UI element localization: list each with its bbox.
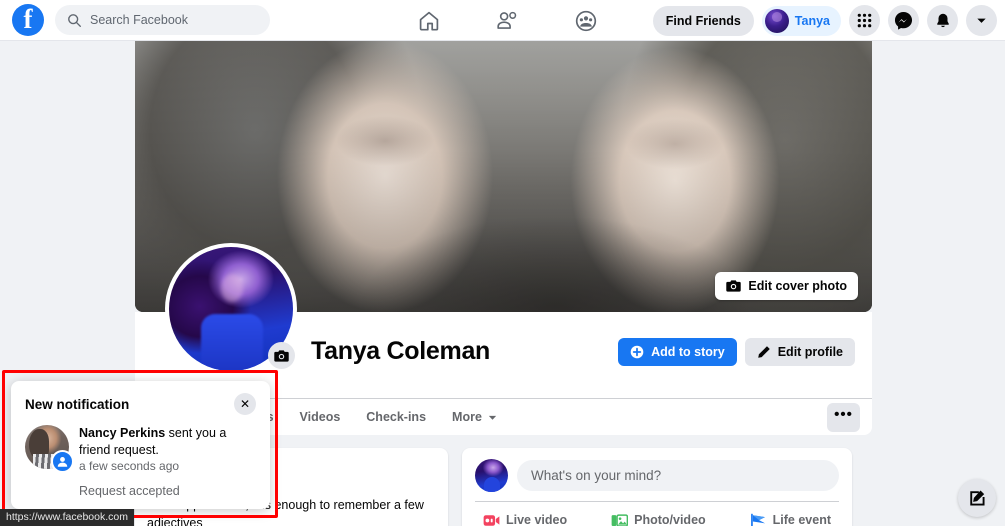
composer-top-row (475, 459, 839, 492)
avatar (764, 8, 789, 33)
new-notification-popup: New notification ✕ Nancy Perkins sent yo… (11, 381, 270, 509)
facebook-logo-icon[interactable] (12, 4, 44, 36)
compose-icon (968, 489, 987, 508)
photo-video-button[interactable]: Photo/video (605, 507, 712, 526)
camera-icon (726, 279, 742, 293)
browser-status-url: https://www.facebook.com (0, 509, 134, 526)
notification-message: Nancy Perkins sent you a friend request. (79, 425, 256, 458)
right-navigation: Find Friends Tanya (652, 0, 997, 41)
tab-videos[interactable]: Videos (287, 402, 354, 432)
chevron-down-icon (977, 18, 986, 23)
composer-actions: Live video Photo/video Life event (475, 507, 839, 526)
live-video-icon (483, 513, 500, 526)
messenger-icon (894, 11, 913, 30)
profile-header-actions: Add to story Edit profile (618, 338, 855, 366)
profile-picture-container[interactable] (165, 243, 297, 375)
tab-label: Videos (299, 410, 341, 424)
pencil-icon (757, 345, 771, 359)
edit-cover-photo-button[interactable]: Edit cover photo (715, 272, 858, 300)
live-video-button[interactable]: Live video (477, 507, 573, 526)
tab-label: More (452, 410, 482, 424)
photo-video-icon (611, 513, 629, 526)
bell-icon (936, 13, 949, 27)
page-title: Tanya Coleman (311, 337, 491, 365)
search-box[interactable] (55, 5, 270, 35)
notification-status: Request accepted (79, 484, 180, 498)
notifications-button[interactable] (927, 5, 958, 36)
facebook-profile-page: Find Friends Tanya (0, 0, 1005, 526)
live-video-label: Live video (506, 513, 568, 526)
add-to-story-label: Add to story (651, 345, 725, 359)
notification-text-column: Nancy Perkins sent you a friend request.… (79, 425, 256, 498)
notification-actor-name: Nancy Perkins (79, 426, 166, 440)
floating-compose-button[interactable] (958, 479, 996, 517)
profile-more-options-button[interactable]: ••• (827, 402, 860, 432)
plus-circle-icon (630, 345, 644, 359)
life-event-icon (750, 513, 767, 526)
close-icon[interactable]: ✕ (234, 393, 256, 415)
search-icon (67, 13, 82, 28)
nav-friends-button[interactable] (479, 4, 535, 38)
notification-header: New notification ✕ (25, 393, 256, 415)
camera-icon (274, 349, 289, 363)
add-to-story-button[interactable]: Add to story (618, 338, 737, 366)
top-navigation-bar: Find Friends Tanya (0, 0, 1005, 41)
notification-title: New notification (25, 396, 130, 412)
chevron-down-icon (487, 412, 498, 423)
nav-groups-button[interactable] (558, 4, 614, 38)
tab-more[interactable]: More (439, 402, 511, 432)
messenger-button[interactable] (888, 5, 919, 36)
change-profile-picture-button[interactable] (268, 342, 295, 369)
center-navigation (390, 0, 625, 41)
life-event-button[interactable]: Life event (744, 507, 837, 526)
composer-input[interactable] (517, 460, 839, 491)
divider (475, 501, 839, 502)
user-name-label: Tanya (794, 13, 830, 28)
tab-check-ins[interactable]: Check-ins (353, 402, 439, 432)
edit-profile-button[interactable]: Edit profile (744, 338, 855, 366)
photo-video-label: Photo/video (634, 513, 706, 526)
notification-body: Nancy Perkins sent you a friend request.… (25, 425, 256, 498)
life-event-label: Life event (772, 513, 831, 526)
post-composer-card: Live video Photo/video (462, 448, 852, 526)
edit-profile-label: Edit profile (777, 345, 843, 359)
friend-request-badge-icon (51, 450, 74, 473)
edit-cover-photo-label: Edit cover photo (748, 279, 847, 293)
find-friends-button[interactable]: Find Friends (652, 5, 754, 36)
avatar (475, 459, 508, 492)
menu-grid-button[interactable] (849, 5, 880, 36)
user-profile-chip[interactable]: Tanya (761, 5, 841, 36)
notification-timestamp: a few seconds ago (79, 459, 180, 473)
account-chevron-button[interactable] (966, 5, 997, 36)
menu-grid-icon (857, 13, 872, 28)
nav-home-button[interactable] (401, 4, 457, 38)
search-input[interactable] (90, 13, 255, 27)
tab-label: Check-ins (366, 410, 427, 424)
avatar (25, 425, 74, 473)
